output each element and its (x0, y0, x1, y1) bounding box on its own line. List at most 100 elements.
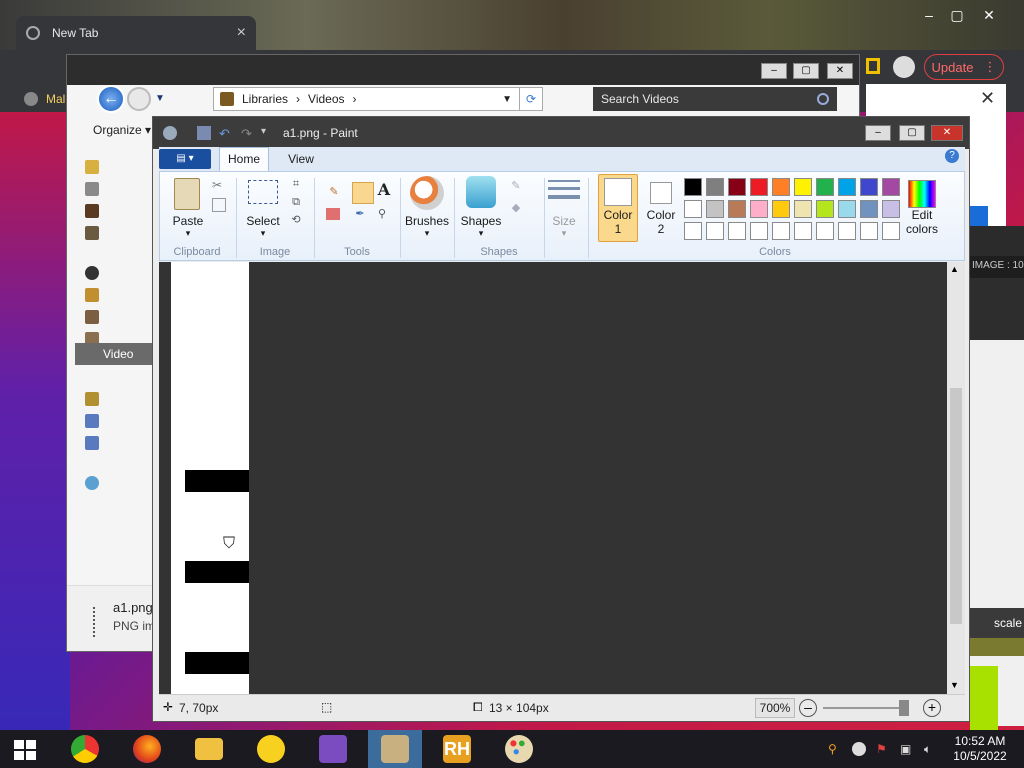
select-button[interactable]: Select (240, 214, 286, 228)
crop-icon[interactable]: ⌗ (288, 176, 304, 192)
chrome-maximize-button[interactable]: ▢ (946, 6, 968, 24)
palette-swatch[interactable] (794, 200, 812, 218)
palette-swatch[interactable] (882, 178, 900, 196)
eraser-icon[interactable] (326, 208, 340, 220)
size-icon[interactable] (548, 180, 580, 204)
history-dropdown-icon[interactable]: ▼ (155, 93, 165, 104)
color2-label[interactable]: Color (642, 208, 680, 222)
palette-swatch[interactable] (794, 222, 812, 240)
fill-style-icon[interactable]: ◆ (508, 200, 524, 216)
zoom-slider-thumb[interactable] (899, 700, 909, 716)
tab-view[interactable]: View (279, 147, 323, 171)
help-icon[interactable]: ? (945, 149, 959, 163)
tab-close-icon[interactable]: × (237, 24, 246, 42)
palette-swatch[interactable] (816, 200, 834, 218)
update-button[interactable]: Update ⋮ (924, 54, 1004, 80)
file-menu-button[interactable]: ▤ ▾ (159, 149, 211, 169)
nav-drive-c[interactable] (85, 411, 145, 431)
palette-swatch[interactable] (706, 178, 724, 196)
nav-videos[interactable]: Video (75, 343, 159, 365)
palette-swatch[interactable] (838, 178, 856, 196)
zoom-in-button[interactable]: + (923, 699, 941, 717)
select-icon[interactable] (248, 180, 278, 204)
save-icon[interactable] (197, 126, 211, 140)
paste-dropdown-icon[interactable]: ▾ (166, 228, 210, 239)
system-clock[interactable]: 10:52 AM 10/5/2022 (948, 734, 1012, 764)
bookmark-item[interactable]: Mal (46, 92, 65, 106)
notification-icon[interactable] (852, 742, 866, 756)
nav-network[interactable] (85, 473, 145, 493)
taskbar-rh[interactable]: RH (430, 730, 484, 768)
paint-close-button[interactable]: ✕ (931, 125, 963, 141)
palette-swatch[interactable] (728, 222, 746, 240)
chrome-minimize-button[interactable]: – (918, 6, 940, 24)
zoom-out-button[interactable]: – (799, 699, 817, 717)
scroll-up-icon[interactable]: ▲ (950, 264, 959, 274)
address-dropdown-icon[interactable]: ▼ (502, 94, 512, 105)
resize-icon[interactable]: ⧉ (288, 194, 304, 210)
search-tray-icon[interactable]: ⚲ (828, 742, 842, 756)
volume-icon[interactable]: 🔈︎ (924, 742, 938, 756)
palette-swatch[interactable] (684, 222, 702, 240)
nav-desktop[interactable] (85, 179, 145, 199)
zoom-slider[interactable] (823, 707, 909, 709)
taskbar-yahoo-messenger[interactable] (244, 730, 298, 768)
edit-colors-label-2[interactable]: colors (896, 222, 948, 236)
extension-icon[interactable] (866, 58, 880, 74)
palette-swatch[interactable] (750, 178, 768, 196)
palette-swatch[interactable] (728, 200, 746, 218)
pencil-icon[interactable]: ✎ (326, 184, 342, 200)
paint-app-icon[interactable] (163, 126, 177, 140)
undo-icon[interactable]: ↶ (219, 126, 233, 141)
taskbar-chrome[interactable] (58, 730, 112, 768)
outline-icon[interactable]: ✎ (508, 178, 524, 194)
brushes-button[interactable]: Brushes (402, 214, 452, 228)
chrome-close-button[interactable]: ✕ (978, 6, 1000, 24)
magnifier-icon[interactable]: ⚲ (374, 206, 390, 222)
paste-button[interactable]: Paste (166, 214, 210, 228)
palette-swatch[interactable] (684, 178, 702, 196)
explorer-minimize-button[interactable]: – (761, 63, 787, 79)
edit-colors-label[interactable]: Edit (896, 208, 948, 222)
palette-swatch[interactable] (794, 178, 812, 196)
fill-icon[interactable] (352, 182, 374, 204)
select-dropdown-icon[interactable]: ▾ (240, 228, 286, 239)
nav-computer[interactable] (85, 389, 145, 409)
palette-swatch[interactable] (772, 222, 790, 240)
copy-icon[interactable] (212, 198, 226, 212)
redo-icon[interactable]: ↷ (241, 126, 255, 141)
scrollbar-thumb[interactable] (950, 388, 962, 624)
shapes-icon[interactable] (466, 176, 496, 208)
palette-swatch[interactable] (860, 222, 878, 240)
network-tray-icon[interactable]: ▣ (900, 742, 914, 756)
size-dropdown-icon[interactable]: ▾ (544, 228, 584, 239)
chrome-tab[interactable]: New Tab × (16, 16, 256, 50)
explorer-close-button[interactable]: ✕ (827, 63, 853, 79)
clipboard-icon[interactable] (174, 178, 200, 210)
cut-icon[interactable]: ✂ (212, 178, 226, 192)
search-input[interactable]: Search Videos (593, 87, 837, 111)
taskbar-paint-palette[interactable] (492, 730, 546, 768)
explorer-maximize-button[interactable]: ▢ (793, 63, 819, 79)
taskbar-file-explorer[interactable] (182, 730, 236, 768)
edit-colors-icon[interactable] (908, 180, 936, 208)
flag-icon[interactable]: ⚑ (876, 742, 890, 756)
nav-recent[interactable] (85, 223, 145, 243)
nav-drive-d[interactable] (85, 433, 145, 453)
nav-documents[interactable] (85, 285, 145, 305)
palette-swatch[interactable] (816, 222, 834, 240)
palette-swatch[interactable] (706, 200, 724, 218)
shapes-button[interactable]: Shapes (456, 214, 506, 228)
nav-libraries[interactable] (85, 263, 145, 283)
tab-home[interactable]: Home (219, 147, 269, 171)
breadcrumb-videos[interactable]: Videos (308, 92, 344, 106)
palette-swatch[interactable] (706, 222, 724, 240)
palette-swatch[interactable] (772, 200, 790, 218)
address-bar[interactable]: Libraries › Videos › ▼ (213, 87, 543, 111)
scroll-down-icon[interactable]: ▼ (950, 680, 959, 690)
vertical-scrollbar[interactable]: ▲ ▼ (947, 262, 965, 694)
windows-start-icon[interactable] (14, 740, 36, 760)
color2-swatch[interactable] (650, 182, 672, 204)
palette-swatch[interactable] (684, 200, 702, 218)
text-icon[interactable]: A (376, 182, 392, 198)
